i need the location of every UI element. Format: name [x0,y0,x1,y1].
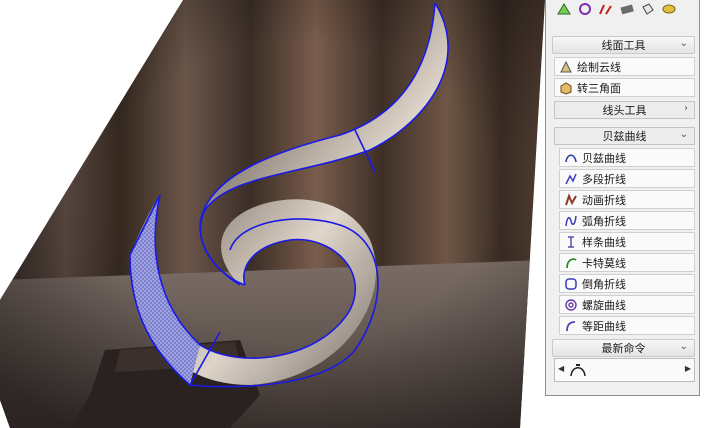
panel-right-margin [700,0,710,428]
rectangle-tool-icon[interactable] [554,0,573,17]
eraser-tool-icon[interactable] [617,0,636,17]
chevron-down-icon: ⌄ [679,341,688,352]
chevron-right-icon: › [684,103,688,114]
chamfer-polyline-icon [564,277,578,291]
bezier-curve-icon[interactable] [568,362,588,381]
triangulate-face-icon [559,81,573,95]
section-header-line-face[interactable]: 线面工具 ⌄ [552,36,695,54]
tool-bezier-curve[interactable]: 贝兹曲线 [559,148,695,167]
tool-arc-polyline[interactable]: 弧角折线 [559,211,695,230]
tool-label: 等距曲线 [582,319,626,333]
tool-label: 螺旋曲线 [582,298,626,312]
tool-label: 绘制云线 [577,60,621,74]
modeling-viewport[interactable] [0,0,545,428]
tape-measure-icon[interactable] [659,0,678,17]
tool-panel: 线面工具 ⌄ 绘制云线 转三角面 线头工具 › 贝兹曲线 ⌄ 贝兹曲线 多段折线 [545,0,700,396]
pencil-edit-icon[interactable] [596,0,615,17]
circle-tool-icon[interactable] [575,0,594,17]
tool-animated-polyline[interactable]: 动画折线 [559,190,695,209]
paint-bucket-icon[interactable] [638,0,657,17]
recent-commands-strip: ◀ ▶ [554,358,695,382]
subsection-header-line-end[interactable]: 线头工具 › [554,101,695,119]
tool-spiral-curve[interactable]: 螺旋曲线 [559,295,695,314]
tool-catmull-rom[interactable]: 卡特莫线 [559,253,695,272]
tool-polyline[interactable]: 多段折线 [559,169,695,188]
spiral-curve-icon [564,298,578,312]
offset-curve-icon [564,319,578,333]
tool-cloud-line[interactable]: 绘制云线 [554,57,695,76]
chevron-down-icon: ⌄ [679,38,688,49]
scroll-left-arrow-icon[interactable]: ◀ [558,364,564,373]
tool-spline[interactable]: 样条曲线 [559,232,695,251]
tool-label: 动画折线 [582,193,626,207]
section-title: 线面工具 [601,39,646,52]
tool-chamfer-polyline[interactable]: 倒角折线 [559,274,695,293]
tool-label: 倒角折线 [582,277,626,291]
bezier-curve-icon [564,151,578,165]
catmull-rom-icon [564,256,578,270]
section-title: 最新命令 [601,342,646,355]
tool-label: 样条曲线 [582,235,626,249]
tool-label: 多段折线 [582,172,626,186]
animated-polyline-icon [564,192,578,207]
tool-triangulate-face[interactable]: 转三角面 [554,78,695,97]
tool-label: 贝兹曲线 [582,151,626,165]
scroll-right-arrow-icon[interactable]: ▶ [685,364,691,373]
chevron-down-icon: ⌄ [679,129,688,140]
spline-icon [564,235,578,249]
tool-label: 弧角折线 [582,214,626,228]
tool-label: 卡特莫线 [582,256,626,270]
polyline-icon [564,172,578,186]
subsection-title: 线头工具 [602,104,647,117]
tool-label: 转三角面 [577,81,621,95]
section-header-recent-commands[interactable]: 最新命令 ⌄ [552,339,695,357]
subsection-header-bezier[interactable]: 贝兹曲线 ⌄ [554,127,695,145]
subsection-title: 贝兹曲线 [602,130,647,143]
icon-toolbar [554,0,694,32]
tool-offset-curve[interactable]: 等距曲线 [559,316,695,335]
cloud-line-icon [559,60,573,74]
arc-polyline-icon [564,214,578,228]
